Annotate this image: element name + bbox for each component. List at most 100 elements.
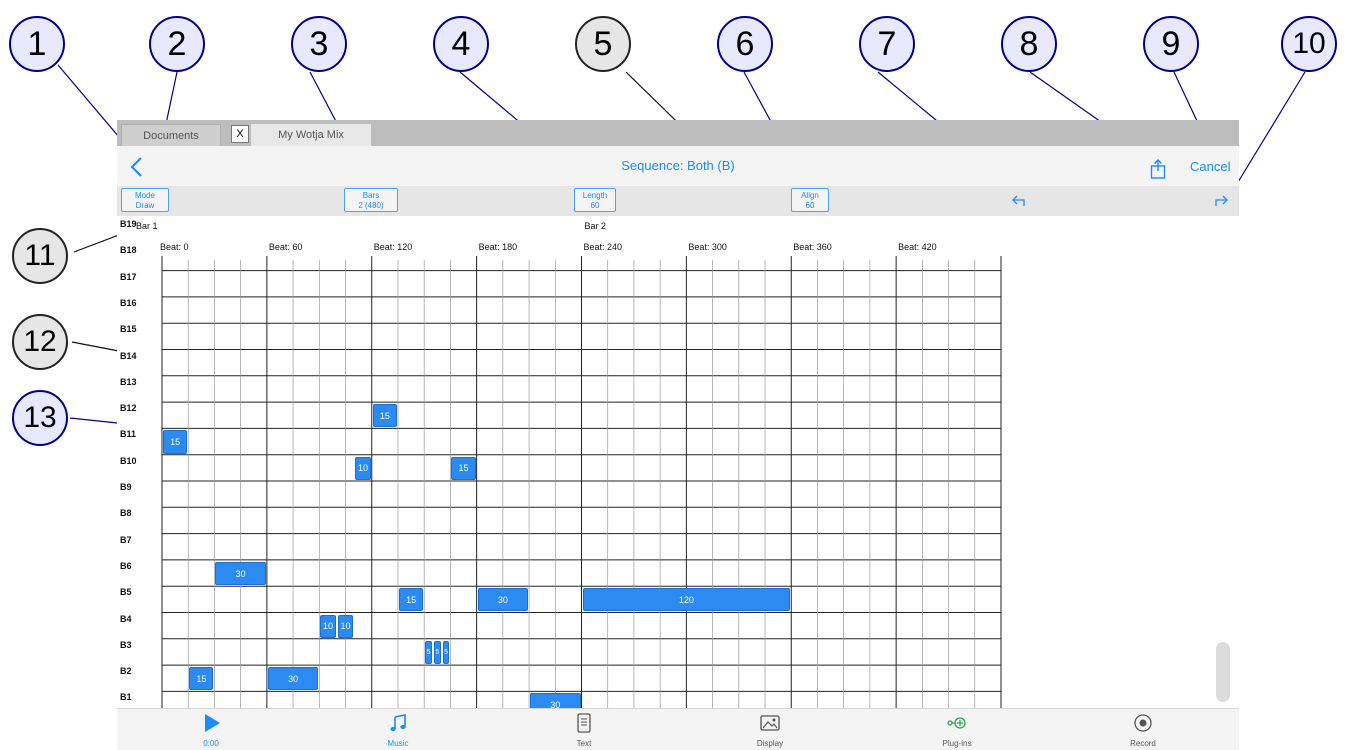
bar-label: Bar 2 (584, 221, 607, 231)
tab-music[interactable]: Music (358, 713, 438, 748)
callout-2: 2 (149, 16, 205, 72)
beat-label: Beat: 300 (688, 242, 727, 252)
sequence-grid[interactable] (117, 216, 1239, 708)
undo-icon[interactable] (1010, 193, 1026, 207)
note-block[interactable]: 30 (477, 588, 529, 612)
tab-display[interactable]: Display (730, 713, 810, 748)
callout-4: 4 (433, 16, 489, 72)
beat-label: Beat: 240 (583, 242, 623, 252)
beat-label: Beat: 120 (373, 242, 413, 252)
bottom-tab-bar: 0:00 Music Text Display Plug-ins Record (117, 708, 1239, 750)
beat-label: Beat: 360 (793, 242, 832, 252)
note-block[interactable]: 5 (425, 640, 432, 665)
row-label: B17 (120, 271, 137, 282)
share-icon[interactable] (1150, 159, 1166, 179)
bars-button[interactable]: Bars 2 (480) (344, 188, 398, 212)
length-button[interactable]: Length 60 (574, 188, 616, 212)
bars-label: Bars (362, 191, 380, 200)
row-label: B19 (120, 219, 137, 229)
cancel-button[interactable]: Cancel (1190, 159, 1230, 174)
row-label: B8 (120, 508, 132, 519)
callout-11: 11 (12, 228, 68, 284)
toolbar: Mode Draw Bars 2 (480) Length 60 Align 6… (117, 186, 1239, 216)
document-icon (577, 713, 591, 733)
sequence-editor[interactable]: B19 B18 B17 B16 B15 B14 B13 B12 B11 B10 B9 B8 B7 B6 B5… (117, 216, 1239, 717)
callout-6: 6 (717, 16, 773, 72)
note-block[interactable]: 10 (355, 456, 371, 480)
record-tab-label: Record (1130, 739, 1156, 748)
note-block[interactable]: 5 (433, 640, 441, 665)
note-block[interactable]: 30 (267, 667, 319, 691)
row-label: B11 (120, 429, 137, 440)
callout-5: 5 (575, 16, 631, 72)
note-block[interactable]: 120 (582, 588, 791, 612)
mode-label: Mode (134, 191, 155, 200)
align-button[interactable]: Align 60 (791, 188, 829, 212)
tab-documents[interactable]: Documents (121, 124, 221, 146)
note-block[interactable]: 30 (215, 561, 266, 586)
vertical-scrollbar[interactable] (1216, 642, 1230, 702)
beat-label: Beat: 420 (898, 242, 937, 252)
row-label: B5 (120, 587, 132, 598)
play-time-label: 0:00 (203, 739, 219, 748)
callout-9: 9 (1143, 16, 1199, 72)
length-value: 60 (590, 201, 600, 210)
tab-plugins[interactable]: Plug-ins (917, 713, 997, 748)
record-icon (1134, 714, 1152, 732)
note-block[interactable]: 10 (337, 614, 354, 638)
align-label: Align (801, 191, 819, 200)
row-label: B1 (120, 692, 132, 703)
plugin-icon (947, 717, 966, 729)
row-label: B3 (120, 639, 132, 650)
note-block[interactable]: 15 (163, 430, 188, 454)
mode-value: Draw (135, 201, 155, 210)
music-note-icon (390, 714, 406, 731)
page-title: Sequence: Both (B) (621, 158, 735, 173)
row-label: B18 (120, 245, 137, 256)
play-icon (205, 714, 220, 732)
note-block[interactable]: 15 (189, 667, 214, 691)
row-label: B10 (120, 455, 137, 466)
note-block[interactable]: 10 (320, 614, 336, 638)
callout-7: 7 (859, 16, 915, 72)
music-tab-label: Music (387, 739, 409, 748)
display-tab-label: Display (756, 739, 784, 748)
row-label: B9 (120, 482, 132, 492)
callout-1: 1 (9, 16, 65, 72)
tab-my-wotja-mix[interactable]: My Wotja Mix (251, 124, 371, 146)
length-label: Length (582, 191, 608, 200)
note-block[interactable]: 15 (398, 588, 424, 612)
document-tab-bar: Documents X My Wotja Mix (117, 120, 1239, 146)
image-icon (760, 715, 780, 731)
callout-3: 3 (291, 16, 347, 72)
tab-close-button[interactable]: X (231, 125, 249, 143)
note-block[interactable]: 15 (372, 404, 397, 428)
beat-label: Beat: 0 (160, 242, 189, 252)
tab-record[interactable]: Record (1103, 713, 1183, 748)
note-block[interactable]: 15 (451, 456, 476, 480)
callout-10: 10 (1281, 16, 1337, 72)
row-label: B6 (120, 560, 132, 571)
text-tab-label: Text (576, 739, 592, 748)
plugins-tab-label: Plug-ins (942, 739, 972, 748)
row-label: B2 (120, 666, 132, 677)
row-label: B7 (120, 534, 132, 545)
beat-label: Beat: 180 (478, 242, 518, 252)
callout-8: 8 (1001, 16, 1057, 72)
bar-label: Bar 1 (136, 221, 158, 231)
row-label: B14 (120, 350, 137, 361)
redo-icon[interactable] (1214, 193, 1230, 207)
row-label: B13 (120, 376, 137, 387)
callout-13: 13 (12, 390, 68, 446)
tab-play[interactable]: 0:00 (171, 713, 251, 748)
mode-button[interactable]: Mode Draw (121, 188, 169, 212)
row-label: B12 (120, 403, 137, 414)
callout-12: 12 (12, 314, 68, 370)
row-label: B15 (120, 324, 137, 335)
align-value: 60 (805, 201, 815, 210)
row-label: B4 (120, 613, 132, 624)
tab-text[interactable]: Text (544, 713, 624, 748)
note-block[interactable]: 5 (442, 640, 450, 665)
beat-label: Beat: 60 (268, 242, 303, 252)
navigation-bar: Sequence: Both (B) Cancel (117, 146, 1239, 186)
